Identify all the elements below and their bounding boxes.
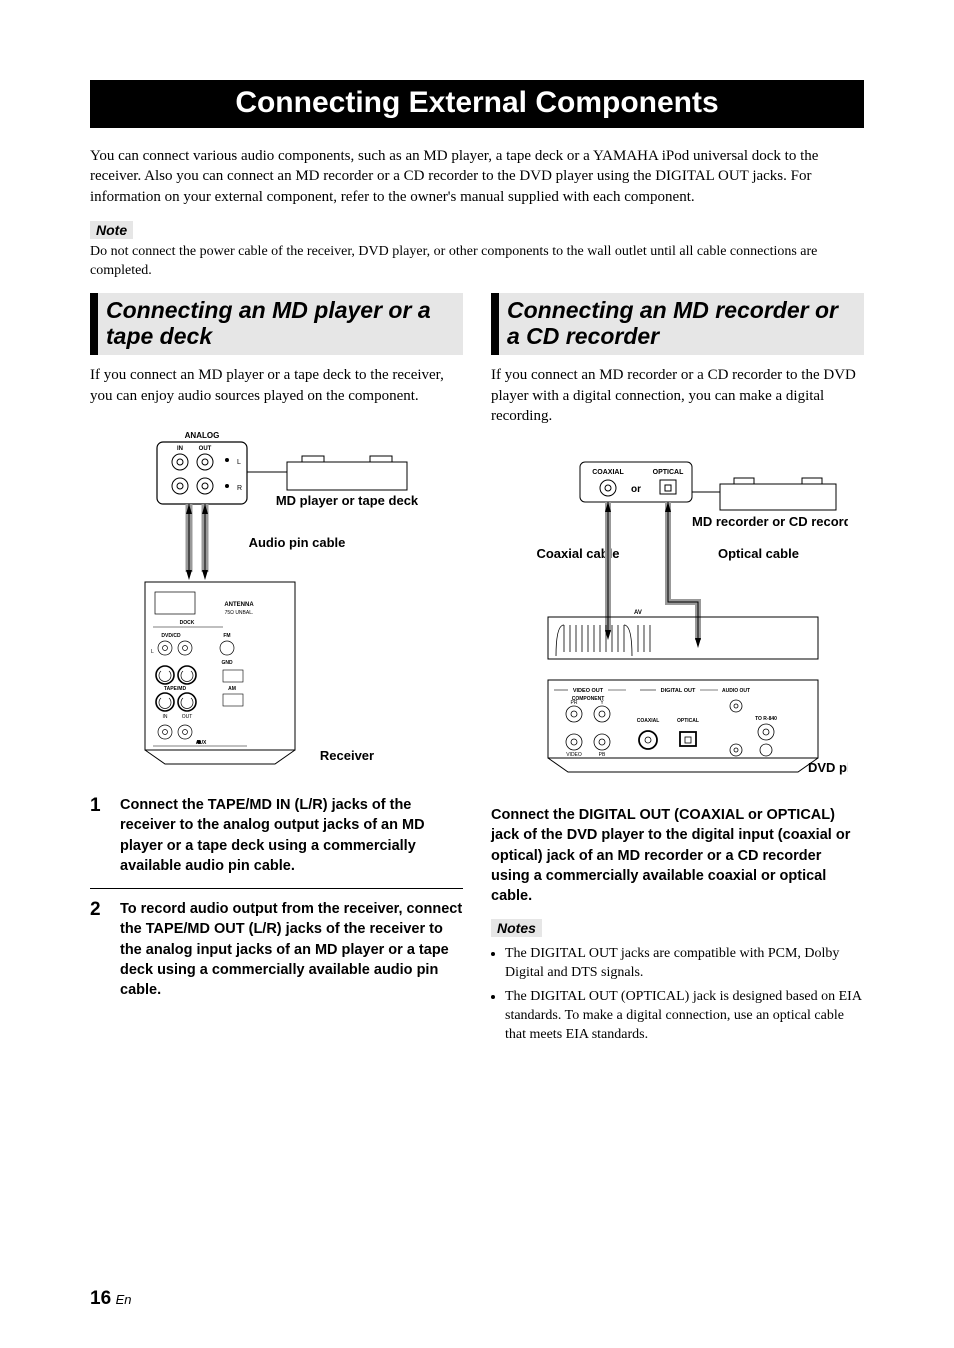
dia-opt-cable: Optical cable <box>718 546 799 561</box>
right-section-intro: If you connect an MD recorder or a CD re… <box>491 365 864 426</box>
dia-fm: FM <box>223 633 230 639</box>
dia-optical2: OPTICAL <box>677 718 699 724</box>
page-number: 16 En <box>90 1288 132 1310</box>
right-note-1: The DIGITAL OUT jacks are compatible wit… <box>505 945 864 983</box>
step-1-num: 1 <box>90 795 106 876</box>
dia-audio-out: AUDIO OUT <box>721 688 749 694</box>
dia-tapemd: TAPE/MD <box>163 686 186 692</box>
dia-in2: IN <box>162 714 167 720</box>
note-label: Note <box>90 221 133 239</box>
dia-pr: PR <box>570 700 577 706</box>
left-section-intro: If you connect an MD player or a tape de… <box>90 365 463 406</box>
dia-r-label: R <box>237 485 242 492</box>
left-section-header: Connecting an MD player or a tape deck <box>90 293 463 356</box>
step-2-text: To record audio output from the receiver… <box>120 899 463 1000</box>
left-diagram: ANALOG IN OUT L R MD player or tape deck <box>90 422 463 777</box>
intro-text: You can connect various audio components… <box>90 146 864 207</box>
dia-opt-lbl: OPTICAL <box>652 469 683 476</box>
left-column: Connecting an MD player or a tape deck I… <box>90 293 463 1052</box>
note-text: Do not connect the power cable of the re… <box>90 243 864 281</box>
dia-digital-out: DIGITAL OUT <box>660 688 695 694</box>
dia-coaxial2: COAXIAL <box>636 718 659 724</box>
dia-mix2ch: TO R-840 <box>755 716 777 722</box>
step-1: 1 Connect the TAPE/MD IN (L/R) jacks of … <box>90 795 463 889</box>
right-note-2: The DIGITAL OUT (OPTICAL) jack is design… <box>505 988 864 1045</box>
dia-analog-label: ANALOG <box>184 431 219 440</box>
dia-or: or <box>631 484 641 495</box>
dia-l2: L <box>151 649 154 655</box>
dia-gnd: GND <box>221 660 233 666</box>
dia-coax-lbl: COAXIAL <box>592 469 624 476</box>
right-notes-label: Notes <box>491 919 542 937</box>
dia-l-label: L <box>237 459 241 466</box>
page-banner: Connecting External Components <box>90 80 864 128</box>
dia-in-label: IN <box>177 446 183 452</box>
right-diagram: COAXIAL OPTICAL or MD recorder or CD rec… <box>491 442 864 787</box>
page-number-suffix: En <box>116 1292 132 1307</box>
dia-video-out: VIDEO OUT <box>572 688 603 694</box>
dia-am: AM <box>228 686 236 692</box>
page-number-main: 16 <box>90 1288 111 1309</box>
step-2: 2 To record audio output from the receiv… <box>90 899 463 1012</box>
dia-out2: OUT <box>181 714 192 720</box>
dia-dock: DOCK <box>179 620 194 626</box>
step-2-num: 2 <box>90 899 106 1000</box>
dia-unbal: 75Ω UNBAL. <box>224 610 253 616</box>
dia-audio-pin-cable: Audio pin cable <box>248 535 345 550</box>
dia-md-player-label: MD player or tape deck <box>275 493 418 508</box>
dia-md-recorder: MD recorder or CD recorder <box>692 514 848 529</box>
dia-video: VIDEO <box>566 752 582 758</box>
dia-dvdcd: DVD/CD <box>161 633 181 639</box>
right-notes-list: The DIGITAL OUT jacks are compatible wit… <box>491 945 864 1045</box>
dia-pb: PB <box>598 752 605 758</box>
right-connect-text: Connect the DIGITAL OUT (COAXIAL or OPTI… <box>491 805 864 906</box>
right-section-header: Connecting an MD recorder or a CD record… <box>491 293 864 356</box>
dia-receiver-label: Receiver <box>319 748 373 763</box>
dia-dvd-label: DVD player <box>808 760 848 775</box>
dia-av: AV <box>634 610 642 616</box>
dia-out-label: OUT <box>198 446 211 452</box>
dia-antenna: ANTENNA <box>224 602 254 608</box>
right-column: Connecting an MD recorder or a CD record… <box>491 293 864 1052</box>
step-1-text: Connect the TAPE/MD IN (L/R) jacks of th… <box>120 795 463 876</box>
